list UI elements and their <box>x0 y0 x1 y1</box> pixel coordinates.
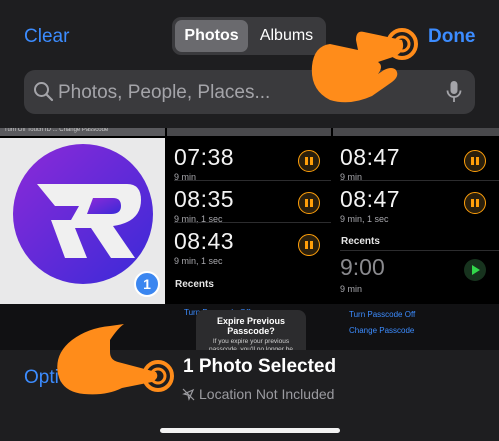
alarm-subtitle: 9 min, 1 sec <box>340 214 389 224</box>
play-icon <box>464 259 486 281</box>
location-off-icon <box>182 388 195 401</box>
pause-icon <box>298 150 320 172</box>
alarm-row: 08:43 9 min, 1 sec <box>174 228 234 270</box>
alarm-row: 08:47 9 min, 1 sec <box>340 186 400 228</box>
pause-icon <box>298 234 320 256</box>
change-passcode-link: Change Passcode <box>349 326 415 335</box>
recent-alarm-time: 9:00 <box>340 254 385 280</box>
pause-icon <box>464 150 486 172</box>
partial-screenshot-strip <box>167 128 331 136</box>
strip-text: Turn Off Touch ID ... Change Passcode <box>4 128 109 133</box>
home-indicator <box>160 428 340 433</box>
pause-icon <box>298 192 320 214</box>
alarm-time: 08:35 <box>174 186 235 212</box>
location-status: Location Not Included <box>199 386 335 402</box>
recents-heading: Recents <box>175 279 214 290</box>
search-placeholder: Photos, People, Places... <box>58 82 271 103</box>
divider <box>174 222 331 223</box>
partial-screenshot-strip: Turn Off Touch ID ... Change Passcode <box>0 128 165 136</box>
partial-screenshot-strip <box>333 128 499 136</box>
alarm-time: 07:38 <box>174 144 235 170</box>
divider <box>340 180 499 181</box>
turn-passcode-off-link: Turn Passcode Off <box>349 310 416 319</box>
recents-heading: Recents <box>341 236 380 247</box>
pause-icon <box>464 192 486 214</box>
divider <box>340 250 499 251</box>
recent-alarm-subtitle: 9 min <box>340 284 363 294</box>
divider <box>174 180 331 181</box>
selected-check-badge: 1 <box>134 271 160 297</box>
selection-count-title: 1 Photo Selected <box>183 356 337 377</box>
pointing-hand-icon <box>311 28 418 103</box>
clear-button[interactable]: Clear <box>24 26 69 48</box>
alarm-time: 08:43 <box>174 228 235 254</box>
dialog-title: Expire Previous Passcode? <box>216 316 286 336</box>
tab-photos[interactable]: Photos <box>175 20 248 52</box>
logo-image <box>13 144 153 284</box>
search-icon <box>34 82 54 102</box>
microphone-icon[interactable] <box>446 80 462 104</box>
pointing-hand-icon <box>57 324 174 395</box>
alarm-time: 08:47 <box>340 144 401 170</box>
alarm-subtitle: 9 min, 1 sec <box>174 256 223 266</box>
alarm-time: 08:47 <box>340 186 401 212</box>
